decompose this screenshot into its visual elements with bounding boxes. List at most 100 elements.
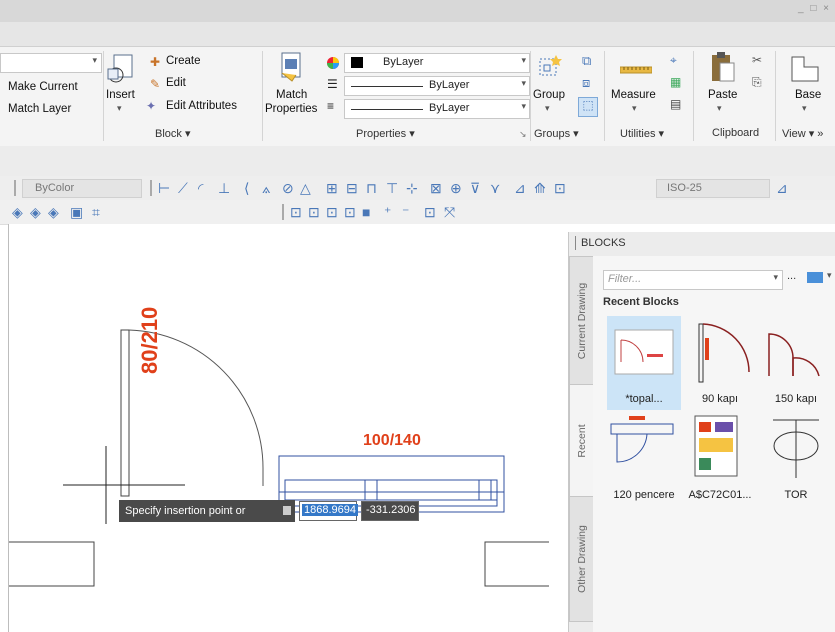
block-label: 90 kapı (701, 393, 739, 405)
block-tile[interactable]: 120 pencere (607, 412, 681, 506)
ribbon-tab-strip (0, 22, 835, 46)
filter-input[interactable]: Filter... ▾ (603, 270, 783, 290)
chevron-down-icon[interactable]: ▾ (632, 103, 637, 114)
color-dropdown[interactable]: ByLayer ▾ (344, 53, 530, 73)
tab-current-drawing[interactable]: Current Drawing (569, 256, 595, 386)
group-button[interactable]: Group (533, 89, 565, 101)
arc-length-icon[interactable]: ◜ (198, 180, 203, 196)
create-block-icon: ✚ (150, 55, 161, 69)
panel-separator (530, 51, 531, 141)
command-tooltip: Specify insertion point or (119, 500, 295, 522)
groups-panel-label[interactable]: Groups ▾ (534, 127, 579, 140)
block-tile[interactable]: 90 kapı (683, 316, 757, 410)
insert-button[interactable]: Insert (106, 89, 135, 101)
dim-space-icon[interactable]: ⊤ (386, 180, 398, 196)
copy-icon[interactable]: ⎘ (752, 75, 762, 90)
measure-button[interactable]: Measure (611, 89, 656, 101)
block-tile[interactable]: 150 kapı (759, 316, 833, 410)
continue-dim-icon[interactable]: ⊓ (366, 180, 377, 196)
coordinate-y-input[interactable]: -331.2306 (361, 501, 419, 521)
blocks-palette: BLOCKS Current Drawing Recent Other Draw… (568, 232, 835, 632)
group-edit-icon[interactable]: ⧈ (582, 75, 590, 91)
base-button[interactable]: Base (795, 89, 821, 101)
edit-attributes-button[interactable]: Edit Attributes (166, 100, 237, 112)
linetype-dropdown[interactable]: ByLayer ▾ (344, 76, 530, 96)
angular-dim-icon[interactable]: △ (300, 180, 311, 196)
make-current-button[interactable]: Make Current (8, 81, 78, 93)
dim-edit-icon[interactable]: ⊿ (514, 180, 526, 196)
match-layer-button[interactable]: Match Layer (8, 103, 71, 115)
quick-select-icon[interactable]: ▦ (670, 75, 681, 89)
viewport-icon[interactable]: ⌗ (92, 204, 100, 220)
panel-launcher-icon[interactable]: ↘ (519, 129, 527, 140)
realistic-icon[interactable]: ◈ (48, 204, 59, 220)
group-icon (539, 55, 562, 76)
ungroup-icon[interactable]: ⧉ (582, 53, 591, 69)
properties-panel-label[interactable]: Properties ▾ (356, 127, 415, 140)
utilities-panel-label[interactable]: Utilities ▾ (620, 127, 664, 140)
block-panel-label[interactable]: Block ▾ (155, 127, 190, 140)
edit-block-button[interactable]: Edit (166, 77, 186, 89)
chevron-down-icon[interactable]: ▾ (545, 103, 550, 114)
match-label-2[interactable]: Properties (265, 103, 317, 115)
visual-style-icon[interactable]: ◈ (12, 204, 23, 220)
chevron-down-icon[interactable]: ▾ (117, 103, 122, 114)
palette-grip[interactable] (575, 236, 576, 250)
dropdown-arrow-icon[interactable] (283, 506, 291, 515)
tab-other-drawing[interactable]: Other Drawing (569, 496, 595, 622)
cut-icon[interactable]: ✂ (752, 53, 762, 67)
title-bar: _ □ × (0, 0, 835, 23)
window-controls[interactable]: _ □ × (798, 3, 831, 14)
match-label-1[interactable]: Match (276, 89, 307, 101)
aligned-dim-icon[interactable]: ⟋ (178, 180, 188, 196)
inspect-icon[interactable]: ⊽ (470, 180, 480, 196)
paste-button[interactable]: Paste (708, 89, 737, 101)
zoom-all-icon[interactable]: ⊡ (424, 204, 436, 220)
quick-dim-icon[interactable]: ⊞ (326, 180, 338, 196)
chevron-down-icon[interactable]: ▾ (717, 103, 722, 114)
id-point-icon[interactable]: ⌖ (670, 53, 677, 68)
dim-update-icon[interactable]: ⊡ (554, 180, 566, 196)
block-thumbnail (610, 416, 674, 463)
layer-dropdown[interactable]: ▾ (0, 53, 102, 73)
diameter-dim-icon[interactable]: ⊘ (282, 180, 294, 196)
zoom-object-icon[interactable]: ■ (362, 204, 370, 220)
camera-icon[interactable]: ▣ (70, 204, 83, 220)
zoom-extents-icon[interactable]: ⤧ (444, 204, 455, 220)
tab-recent[interactable]: Recent (569, 384, 595, 498)
zoom-in-icon[interactable]: ⁺ (384, 204, 391, 220)
coordinate-x-input[interactable]: 1868.9694 (299, 501, 358, 521)
zoom-scale-icon[interactable]: ⊡ (326, 204, 338, 220)
chevron-down-icon[interactable]: ▾ (802, 103, 807, 114)
view-panel-label[interactable]: View ▾ » (782, 127, 823, 140)
browse-button[interactable]: ... (787, 270, 796, 282)
block-tile[interactable]: *topal... (607, 316, 681, 410)
zoom-out-icon[interactable]: ⁻ (402, 204, 409, 220)
tolerance-icon[interactable]: ⊠ (430, 180, 442, 196)
zoom-window-icon[interactable]: ⊡ (290, 204, 302, 220)
zoom-center-icon[interactable]: ⊡ (344, 204, 356, 220)
dim-text-edit-icon[interactable]: ⟰ (534, 180, 546, 196)
chevron-down-icon[interactable]: ▾ (827, 270, 832, 281)
dimstyle-manager-icon[interactable]: ⊿ (776, 180, 788, 196)
jogged-dim-icon[interactable]: ⟑ (262, 180, 271, 196)
center-mark-icon[interactable]: ⊕ (450, 180, 462, 196)
view-options-icon[interactable] (807, 272, 823, 283)
group-selection-icon[interactable]: ⬚ (578, 97, 598, 117)
color-combo[interactable]: ByColor (22, 179, 142, 198)
block-tile[interactable]: A$C72C01... (683, 412, 757, 506)
radius-dim-icon[interactable]: ⟨ (244, 180, 249, 196)
linear-dim-icon[interactable]: ⊢ (158, 180, 170, 196)
block-tile[interactable]: TOR (759, 412, 833, 506)
jogged-linear-icon[interactable]: ⋎ (490, 180, 500, 196)
shaded-icon[interactable]: ◈ (30, 204, 41, 220)
clipboard-panel-label[interactable]: Clipboard (712, 127, 759, 139)
dimstyle-combo[interactable]: ISO-25 (656, 179, 770, 198)
ordinate-dim-icon[interactable]: ⊥ (218, 180, 230, 196)
create-block-button[interactable]: Create (166, 55, 201, 67)
calculator-icon[interactable]: ▤ (670, 97, 681, 111)
zoom-dynamic-icon[interactable]: ⊡ (308, 204, 320, 220)
lineweight-dropdown[interactable]: ByLayer ▾ (344, 99, 530, 119)
baseline-dim-icon[interactable]: ⊟ (346, 180, 358, 196)
dim-break-icon[interactable]: ⊹ (406, 180, 418, 196)
